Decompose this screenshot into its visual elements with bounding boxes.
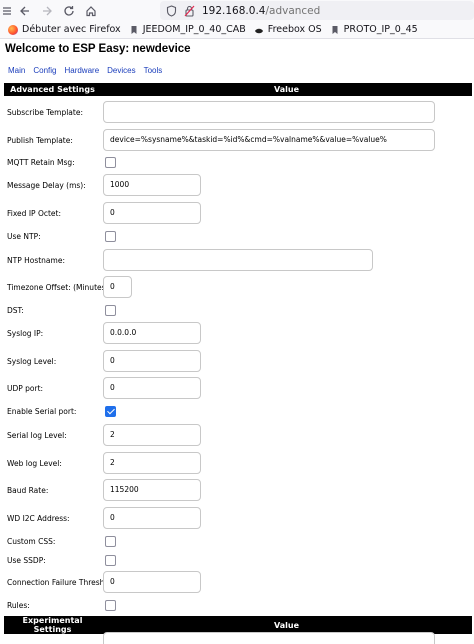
use-ssdp-checkbox[interactable] bbox=[105, 555, 116, 566]
header-value: Value bbox=[101, 83, 472, 96]
menu-main[interactable]: Main bbox=[8, 66, 25, 75]
connection-failure-threshold-input[interactable]: 0 bbox=[103, 571, 201, 593]
field-label: Baud Rate: bbox=[7, 486, 49, 495]
menu-devices[interactable]: Devices bbox=[107, 66, 135, 75]
field-label: Use NTP: bbox=[7, 232, 41, 241]
ntp-hostname-input[interactable] bbox=[103, 249, 373, 271]
experimental-first-input[interactable] bbox=[103, 632, 435, 644]
bookmark-item[interactable]: PROTO_IP_0_45 bbox=[330, 24, 418, 35]
freebox-icon bbox=[254, 25, 264, 35]
field-label: NTP Hostname: bbox=[7, 256, 65, 265]
bookmark-item[interactable]: JEEDOM_IP_0_40_CAB bbox=[129, 24, 246, 35]
forward-icon[interactable] bbox=[36, 0, 58, 21]
bookmark-item[interactable]: Freebox OS bbox=[254, 24, 322, 35]
home-icon[interactable] bbox=[80, 0, 102, 21]
page-title: Welcome to ESP Easy: newdevice bbox=[5, 43, 191, 55]
syslog-level-input[interactable]: 0 bbox=[103, 350, 201, 372]
custom-css-checkbox[interactable] bbox=[105, 536, 116, 547]
bookmark-label: JEEDOM_IP_0_40_CAB bbox=[142, 24, 246, 35]
field-label: Web log Level: bbox=[7, 459, 62, 468]
field-label: Publish Template: bbox=[7, 136, 73, 145]
menu-hardware[interactable]: Hardware bbox=[64, 66, 99, 75]
baud-rate-input[interactable]: 115200 bbox=[103, 479, 201, 501]
menu-icon[interactable] bbox=[0, 0, 14, 21]
field-label: Subscribe Template: bbox=[7, 108, 83, 117]
use-ntp-checkbox[interactable] bbox=[105, 231, 116, 242]
url-bar[interactable]: 192.168.0.4/advanced bbox=[160, 1, 474, 20]
field-label: Rules: bbox=[7, 601, 30, 610]
main-menu: Main Config Hardware Devices Tools bbox=[8, 66, 162, 75]
message-delay-input[interactable]: 1000 bbox=[103, 174, 201, 196]
field-label: Message Delay (ms): bbox=[7, 181, 86, 190]
publish-template-input[interactable]: device=%sysname%&taskid=%id%&cmd=%valnam… bbox=[103, 129, 435, 151]
bookmark-label: Freebox OS bbox=[267, 24, 322, 35]
field-label: DST: bbox=[7, 306, 24, 315]
menu-config[interactable]: Config bbox=[33, 66, 56, 75]
field-label: Fixed IP Octet: bbox=[7, 209, 61, 218]
bookmarks-bar: Débuter avec Firefox JEEDOM_IP_0_40_CAB … bbox=[0, 21, 474, 39]
subscribe-template-input[interactable] bbox=[103, 101, 435, 123]
bookmark-label: PROTO_IP_0_45 bbox=[343, 24, 418, 35]
field-label: MQTT Retain Msg: bbox=[7, 158, 75, 167]
bookmark-label: Débuter avec Firefox bbox=[22, 24, 121, 35]
back-icon[interactable] bbox=[14, 0, 36, 21]
reload-icon[interactable] bbox=[58, 0, 80, 21]
firefox-icon bbox=[8, 24, 18, 35]
field-label: Syslog Level: bbox=[7, 357, 57, 366]
menu-tools[interactable]: Tools bbox=[144, 66, 163, 75]
dst-checkbox[interactable] bbox=[105, 305, 116, 316]
fixed-ip-octet-input[interactable]: 0 bbox=[103, 202, 201, 224]
field-label: Syslog IP: bbox=[7, 329, 44, 338]
rules-checkbox[interactable] bbox=[105, 600, 116, 611]
mqtt-retain-checkbox[interactable] bbox=[105, 157, 116, 168]
syslog-ip-input[interactable]: 0.0.0.0 bbox=[103, 322, 201, 344]
enable-serial-checkbox[interactable] bbox=[105, 406, 116, 417]
browser-toolbar: 192.168.0.4/advanced bbox=[0, 0, 474, 21]
shield-icon[interactable] bbox=[164, 4, 178, 18]
udp-port-input[interactable]: 0 bbox=[103, 377, 201, 399]
bookmark-item[interactable]: Débuter avec Firefox bbox=[8, 24, 121, 35]
field-label: Use SSDP: bbox=[7, 556, 46, 565]
insecure-lock-icon[interactable] bbox=[182, 4, 196, 18]
bookmark-icon bbox=[129, 25, 139, 35]
field-label: UDP port: bbox=[7, 384, 44, 393]
serial-log-level-input[interactable]: 2 bbox=[103, 424, 201, 446]
field-label: Connection Failure Threshold: bbox=[7, 578, 119, 587]
header-experimental-settings: Experimental Settings bbox=[4, 616, 101, 634]
field-label: WD I2C Address: bbox=[7, 514, 70, 523]
wd-i2c-address-input[interactable]: 0 bbox=[103, 507, 201, 529]
url-host: 192.168.0.4 bbox=[202, 4, 266, 17]
field-label: Custom CSS: bbox=[7, 537, 56, 546]
field-label: Timezone Offset: (Minutes) bbox=[7, 283, 109, 292]
url-path: /advanced bbox=[265, 4, 321, 17]
field-label: Serial log Level: bbox=[7, 431, 67, 440]
web-log-level-input[interactable]: 2 bbox=[103, 452, 201, 474]
advanced-settings-header: Advanced Settings Value bbox=[4, 83, 472, 96]
bookmark-icon bbox=[330, 25, 340, 35]
header-advanced-settings: Advanced Settings bbox=[4, 83, 101, 96]
field-label: Enable Serial port: bbox=[7, 407, 77, 416]
timezone-offset-input[interactable]: 0 bbox=[103, 276, 132, 298]
